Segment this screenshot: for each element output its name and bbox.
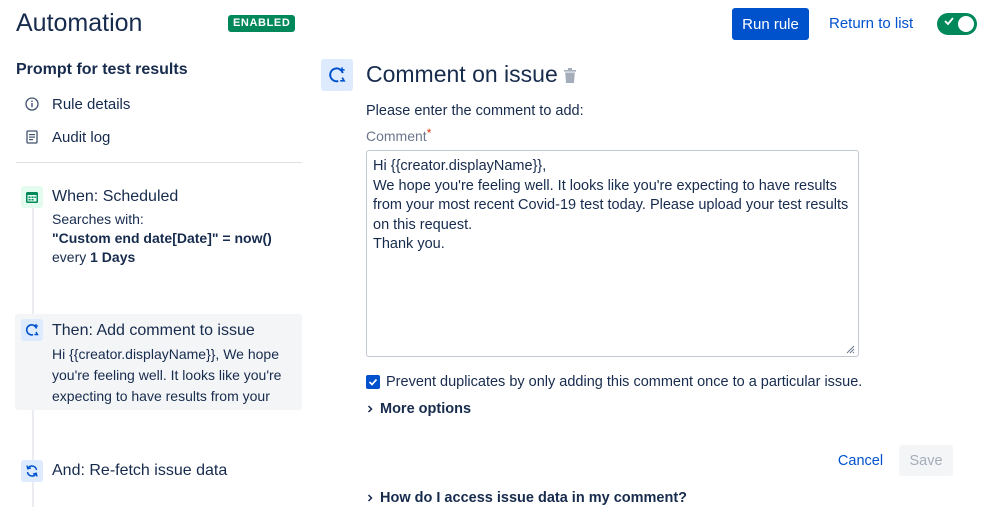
comment-add-icon (321, 59, 353, 91)
chevron-right-icon (367, 405, 373, 413)
calendar-icon (21, 186, 43, 208)
page-title: Automation (16, 9, 143, 37)
then-step-card[interactable]: Then: Add comment to issue Hi {{creator.… (15, 314, 302, 410)
nav-audit-log[interactable]: Audit log (24, 126, 110, 148)
when-step-condition: "Custom end date[Date]" = now() (52, 230, 272, 246)
when-step-line1: Searches with: (52, 211, 144, 227)
more-options-label: More options (380, 401, 472, 417)
toggle-knob (958, 16, 974, 32)
comment-textarea[interactable]: Hi {{creator.displayName}}, We hope you'… (366, 150, 859, 357)
and-step[interactable] (21, 460, 43, 482)
cancel-button[interactable]: Cancel (828, 446, 893, 476)
help-label: How do I access issue data in my comment… (380, 490, 688, 506)
then-step-title: Then: Add comment to issue (52, 322, 255, 339)
when-step-frequency: every 1 Days (52, 247, 135, 267)
save-button[interactable]: Save (899, 445, 953, 476)
frequency-prefix: every (52, 249, 87, 265)
refresh-icon (21, 460, 43, 482)
then-step-preview-line: you're feeling well. It looks like you'r… (52, 367, 282, 383)
then-step-preview-line: expecting to have results from your (52, 388, 270, 404)
return-to-list-link[interactable]: Return to list (829, 15, 913, 32)
prevent-duplicates-checkbox[interactable] (366, 375, 380, 389)
comment-add-icon (21, 319, 43, 341)
nav-label: Audit log (52, 128, 111, 146)
when-step[interactable] (21, 186, 43, 208)
nav-rule-details[interactable]: Rule details (24, 93, 130, 115)
frequency-value: 1 Days (90, 249, 136, 265)
document-icon (24, 129, 40, 145)
info-icon (24, 96, 40, 112)
then-step-preview-line: Hi {{creator.displayName}}, We hope (52, 346, 279, 362)
required-marker: * (426, 126, 432, 140)
status-badge: ENABLED (228, 15, 296, 32)
instruction-text: Please enter the comment to add: (366, 103, 584, 119)
comment-field-label: Comment* (366, 126, 432, 144)
resize-handle-icon[interactable] (845, 344, 855, 354)
nav-label: Rule details (52, 95, 131, 113)
rule-enabled-toggle[interactable] (937, 13, 977, 35)
help-access-data-toggle[interactable]: How do I access issue data in my comment… (366, 490, 687, 506)
comment-label-text: Comment (366, 128, 427, 144)
and-step-title[interactable]: And: Re-fetch issue data (52, 462, 227, 480)
action-title: Comment on issue (366, 61, 558, 87)
chevron-right-icon (367, 494, 373, 502)
when-step-title[interactable]: When: Scheduled (52, 188, 178, 206)
run-rule-button[interactable]: Run rule (732, 8, 809, 40)
trash-icon[interactable] (564, 68, 576, 83)
check-icon (368, 378, 378, 386)
check-icon (944, 17, 954, 26)
sidebar-divider (16, 162, 302, 163)
prevent-duplicates-label[interactable]: Prevent duplicates by only adding this c… (386, 374, 862, 390)
rule-name: Prompt for test results (16, 61, 188, 78)
more-options-toggle[interactable]: More options (366, 401, 471, 417)
